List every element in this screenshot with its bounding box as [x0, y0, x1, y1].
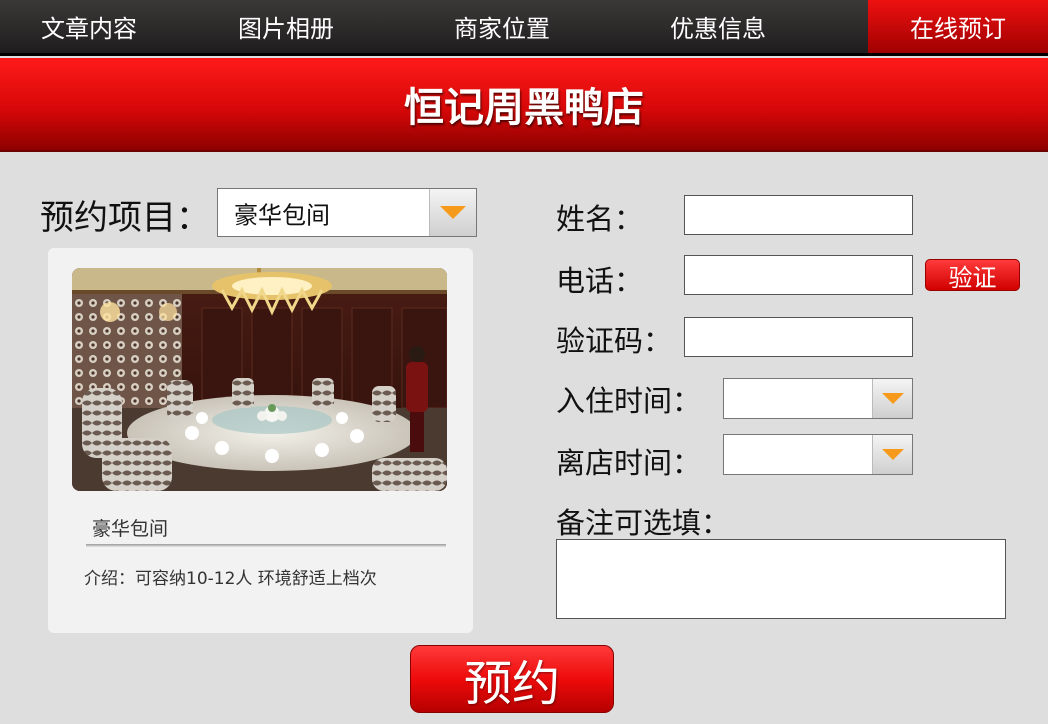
room-divider — [86, 544, 446, 547]
chevron-down-icon[interactable] — [872, 379, 912, 418]
checkin-time-select[interactable] — [723, 378, 913, 419]
room-card: 豪华包间 介绍：可容纳10-12人 环境舒适上档次 — [48, 248, 473, 633]
top-nav: 文章内容 图片相册 商家位置 优惠信息 在线预订 — [0, 0, 1048, 56]
notes-label: 备注可选填： — [556, 506, 731, 540]
name-label: 姓名： — [556, 202, 644, 236]
checkout-time-select[interactable] — [723, 434, 913, 475]
tab-articles[interactable]: 文章内容 — [0, 0, 178, 53]
header-banner: 恒记周黑鸭店 — [0, 58, 1048, 152]
booking-item-select[interactable]: 豪华包间 — [217, 188, 477, 237]
chevron-down-icon[interactable] — [429, 189, 476, 236]
notes-textarea[interactable] — [556, 539, 1006, 619]
checkin-time-label: 入住时间： — [556, 384, 702, 418]
checkout-time-label: 离店时间： — [556, 446, 702, 480]
room-photo — [72, 268, 447, 491]
verification-code-input[interactable] — [684, 317, 913, 357]
page-title: 恒记周黑鸭店 — [404, 85, 644, 131]
name-input[interactable] — [684, 195, 913, 235]
booking-item-label: 预约项目： — [40, 198, 210, 238]
room-description: 介绍：可容纳10-12人 环境舒适上档次 — [84, 569, 377, 589]
phone-label: 电话： — [556, 264, 644, 298]
tab-photo-album[interactable]: 图片相册 — [178, 0, 394, 53]
chevron-down-icon[interactable] — [872, 435, 912, 474]
room-name: 豪华包间 — [92, 518, 169, 540]
phone-input[interactable] — [684, 255, 913, 295]
tab-location[interactable]: 商家位置 — [394, 0, 610, 53]
booking-item-value: 豪华包间 — [234, 201, 330, 229]
book-button[interactable]: 预约 — [410, 645, 614, 713]
verify-button[interactable]: 验证 — [925, 259, 1020, 292]
tab-online-booking[interactable]: 在线预订 — [868, 0, 1048, 53]
tab-promotions[interactable]: 优惠信息 — [610, 0, 826, 53]
verification-code-label: 验证码： — [556, 324, 673, 358]
